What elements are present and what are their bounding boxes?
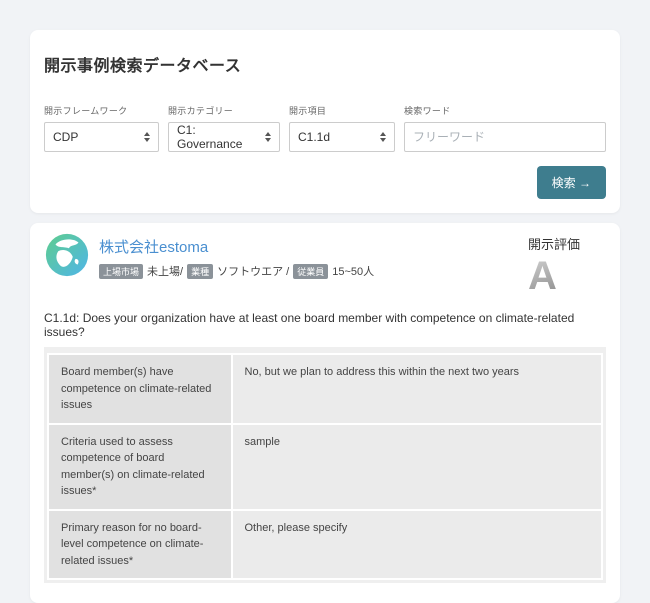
item-select-value: C1.1d — [298, 130, 330, 144]
company-attributes: 上場市場 未上場/ 業種 ソフトウエア / 従業員 15~50人 — [99, 263, 374, 279]
question-text: C1.1d: Does your organization have at le… — [44, 311, 606, 339]
framework-field: 開示フレームワーク CDP — [44, 104, 159, 152]
category-select[interactable]: C1: Governance — [168, 122, 280, 152]
employees-badge: 従業員 — [293, 264, 328, 279]
select-arrows-icon — [144, 132, 150, 142]
company-header: 株式会社estoma 上場市場 未上場/ 業種 ソフトウエア / 従業員 15~… — [44, 232, 606, 296]
category-select-value: C1: Governance — [177, 123, 259, 151]
select-arrows-icon — [265, 132, 271, 142]
search-form-row: 開示フレームワーク CDP 開示カテゴリー C1: Governance 開示項… — [44, 104, 606, 152]
table-row: Board member(s) have competence on clima… — [49, 355, 601, 423]
page-title: 開示事例検索データベース — [44, 52, 606, 76]
rating-grade: A — [528, 256, 606, 296]
framework-select[interactable]: CDP — [44, 122, 159, 152]
keyword-field: 検索ワード — [404, 104, 606, 152]
framework-select-value: CDP — [53, 130, 78, 144]
result-card: 株式会社estoma 上場市場 未上場/ 業種 ソフトウエア / 従業員 15~… — [30, 223, 620, 603]
category-label: 開示カテゴリー — [168, 104, 280, 117]
company-info: 株式会社estoma 上場市場 未上場/ 業種 ソフトウエア / 従業員 15~… — [99, 232, 374, 279]
search-actions: 検索 → — [44, 166, 606, 199]
answer-table-container: Board member(s) have competence on clima… — [44, 347, 606, 583]
answer-table: Board member(s) have competence on clima… — [47, 353, 603, 580]
row-label: Criteria used to assess competence of bo… — [49, 425, 231, 509]
item-label: 開示項目 — [289, 104, 395, 117]
item-field: 開示項目 C1.1d — [289, 104, 395, 152]
row-value: Other, please specify — [233, 511, 602, 579]
rating-label: 開示評価 — [528, 234, 606, 253]
table-row: Criteria used to assess competence of bo… — [49, 425, 601, 509]
search-button[interactable]: 検索 → — [537, 166, 606, 199]
row-value: No, but we plan to address this within t… — [233, 355, 602, 423]
listing-market-badge: 上場市場 — [99, 264, 143, 279]
search-panel: 開示事例検索データベース 開示フレームワーク CDP 開示カテゴリー C1: G… — [30, 30, 620, 213]
framework-label: 開示フレームワーク — [44, 104, 159, 117]
table-row: Primary reason for no board-level compet… — [49, 511, 601, 579]
industry-badge: 業種 — [187, 264, 213, 279]
listing-market-value: 未上場/ — [147, 263, 183, 279]
category-field: 開示カテゴリー C1: Governance — [168, 104, 280, 152]
employees-value: 15~50人 — [332, 263, 374, 279]
page: 開示事例検索データベース 開示フレームワーク CDP 開示カテゴリー C1: G… — [0, 0, 650, 603]
item-select[interactable]: C1.1d — [289, 122, 395, 152]
row-value: sample — [233, 425, 602, 509]
select-arrows-icon — [380, 132, 386, 142]
row-label: Primary reason for no board-level compet… — [49, 511, 231, 579]
disclosure-rating: 開示評価 A — [528, 232, 606, 296]
keyword-label: 検索ワード — [404, 104, 606, 117]
company-name-link[interactable]: 株式会社estoma — [99, 239, 208, 256]
globe-logo-icon — [44, 232, 90, 278]
industry-value: ソフトウエア / — [217, 263, 289, 279]
keyword-input[interactable] — [404, 122, 606, 152]
row-label: Board member(s) have competence on clima… — [49, 355, 231, 423]
